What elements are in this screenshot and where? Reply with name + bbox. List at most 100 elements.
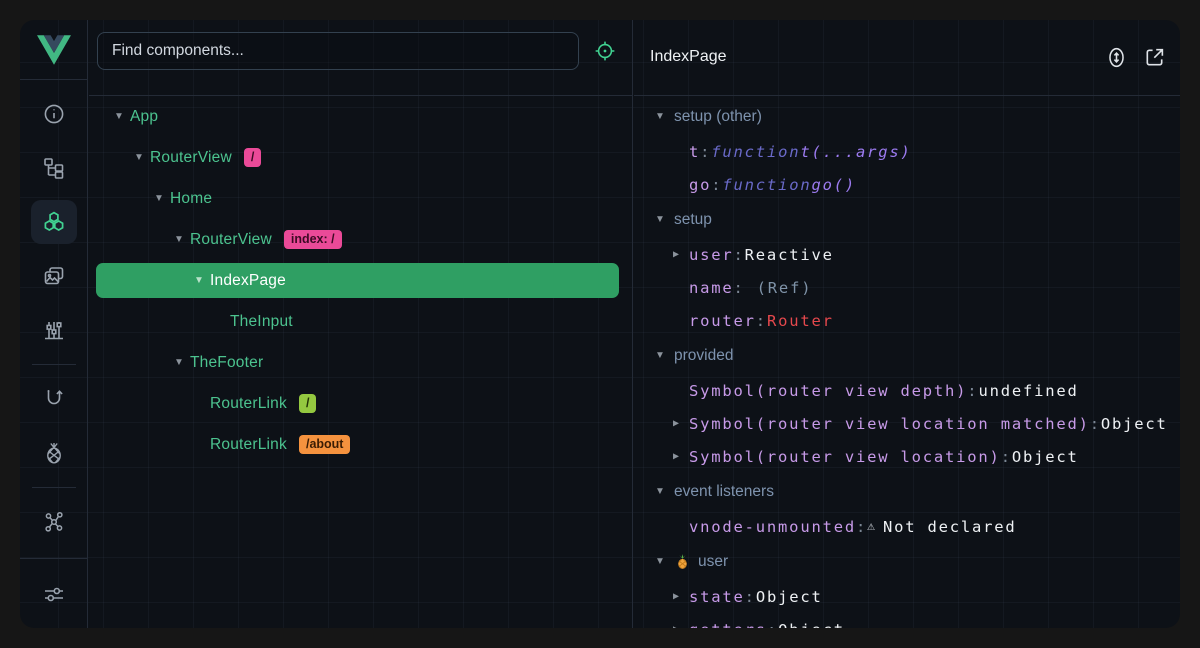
expand-arrow[interactable]: ▶ xyxy=(670,249,682,260)
section-header-event-listeners[interactable]: ▼event listeners xyxy=(634,473,1180,510)
state-row-user[interactable]: ▶user : Reactive xyxy=(634,238,1180,271)
state-row-symbol-router-view-location-matched[interactable]: ▶Symbol(router view location matched) : … xyxy=(634,407,1180,440)
tree-node-routerlink[interactable]: RouterLink/about xyxy=(89,424,632,465)
expand-arrow[interactable]: ▶ xyxy=(670,591,682,602)
tree-node-app[interactable]: ▼ App xyxy=(89,96,632,137)
sidebar-tab-assets[interactable] xyxy=(31,254,77,298)
state-value: Reactive xyxy=(745,246,834,264)
tree-node-theinput[interactable]: TheInput xyxy=(89,301,632,342)
timeline-icon xyxy=(42,318,66,342)
sidebar-divider xyxy=(32,364,76,365)
expand-arrow[interactable]: ▶ xyxy=(670,624,682,628)
collapse-arrow[interactable]: ▼ xyxy=(654,556,666,567)
sidebar-tab-info[interactable] xyxy=(31,92,77,136)
state-row-state[interactable]: ▶state : Object xyxy=(634,580,1180,613)
state-key: Symbol(router view location) xyxy=(689,448,1001,466)
expand-arrow[interactable]: ▶ xyxy=(670,451,682,462)
route-badge: /about xyxy=(299,435,351,454)
sidebar-tab-components[interactable] xyxy=(31,200,77,244)
scroll-to-component-icon xyxy=(1105,46,1128,69)
function-keyword: function xyxy=(711,143,800,161)
scroll-to-component-button[interactable] xyxy=(1105,46,1128,69)
collapse-arrow[interactable]: ▼ xyxy=(654,214,666,225)
tree-node-label: RouterView xyxy=(190,231,272,249)
state-row-symbol-router-view-location[interactable]: ▶Symbol(router view location) : Object xyxy=(634,440,1180,473)
tree-node-label: App xyxy=(130,108,158,126)
state-value: Object xyxy=(1012,448,1079,466)
search-input[interactable] xyxy=(97,32,579,70)
state-key: getters xyxy=(689,621,767,629)
target-crosshair-icon xyxy=(594,40,616,62)
vue-logo[interactable] xyxy=(20,20,87,80)
route-badge: index: / xyxy=(284,230,342,249)
open-in-editor-icon xyxy=(1143,46,1166,69)
state-key: name xyxy=(689,279,734,297)
expand-arrow[interactable]: ▼ xyxy=(193,275,205,286)
sidebar-tab-graph[interactable] xyxy=(31,500,77,544)
collapse-arrow[interactable]: ▼ xyxy=(654,486,666,497)
tree-node-routerlink[interactable]: RouterLink/ xyxy=(89,383,632,424)
state-value: undefined xyxy=(978,382,1078,400)
tree-node-indexpage[interactable]: ▼IndexPage xyxy=(89,260,632,301)
key-value-separator: : xyxy=(1090,415,1101,433)
expand-arrow[interactable]: ▼ xyxy=(113,111,125,122)
graph-icon xyxy=(42,510,66,534)
expand-arrow[interactable]: ▼ xyxy=(173,357,185,368)
inspect-component-button[interactable] xyxy=(594,40,616,62)
tree-node-thefooter[interactable]: ▼TheFooter xyxy=(89,342,632,383)
sidebar-tab-timeline[interactable] xyxy=(31,308,77,352)
sidebar-tab-pages[interactable] xyxy=(31,146,77,190)
tree-node-routerview[interactable]: ▼RouterView/ xyxy=(89,137,632,178)
component-tree-panel: ▼App▼RouterView/▼Home▼RouterViewindex: /… xyxy=(89,20,633,628)
key-value-separator: : xyxy=(711,176,722,194)
tree-node-label: RouterLink xyxy=(210,395,287,413)
warning-icon: ⚠ xyxy=(867,519,875,534)
collapse-arrow[interactable]: ▼ xyxy=(654,350,666,361)
sidebar-tab-router[interactable] xyxy=(31,377,77,421)
tree-node-home[interactable]: ▼Home xyxy=(89,178,632,219)
sidebar-tab-pinia[interactable] xyxy=(31,431,77,475)
expand-arrow[interactable]: ▼ xyxy=(153,193,165,204)
tree-node-routerview[interactable]: ▼ RouterView index: / xyxy=(89,219,632,260)
state-row-getters[interactable]: ▶ getters : Object xyxy=(634,613,1180,628)
key-value-separator: : xyxy=(767,621,778,629)
section-label: user xyxy=(698,553,728,571)
section-label: provided xyxy=(674,347,733,365)
state-row-router[interactable]: router : Router xyxy=(634,304,1180,337)
state-row-name[interactable]: name : (Ref) xyxy=(634,271,1180,304)
section-header-setup[interactable]: ▼setup xyxy=(634,201,1180,238)
state-row-symbol-router-view-depth[interactable]: Symbol(router view depth) : undefined xyxy=(634,374,1180,407)
state-key: vnode-unmounted xyxy=(689,518,856,536)
devtools-window: ▼App▼RouterView/▼Home▼RouterViewindex: /… xyxy=(20,20,1180,628)
state-value: Object xyxy=(778,621,845,629)
key-value-separator: : xyxy=(967,382,978,400)
state-key: user xyxy=(689,246,734,264)
state-key: router xyxy=(689,312,756,330)
section-header-provided[interactable]: ▼ provided xyxy=(634,337,1180,374)
state-key: state xyxy=(689,588,745,606)
sidebar-divider xyxy=(20,558,88,559)
section-label: setup (other) xyxy=(674,108,762,126)
tree-toolbar xyxy=(89,20,632,96)
settings-icon xyxy=(42,582,66,606)
key-value-separator: : xyxy=(756,312,767,330)
collapse-arrow[interactable]: ▼ xyxy=(654,111,666,122)
expand-arrow[interactable]: ▶ xyxy=(670,418,682,429)
open-in-editor-button[interactable] xyxy=(1143,46,1166,69)
state-row-go[interactable]: go : function go() xyxy=(634,168,1180,201)
tree-node-label: RouterView xyxy=(150,149,232,167)
key-value-separator: : xyxy=(745,588,756,606)
expand-arrow[interactable]: ▼ xyxy=(133,152,145,163)
state-row-t[interactable]: t : function t(...args) xyxy=(634,135,1180,168)
state-value: Router xyxy=(767,312,834,330)
expand-arrow[interactable]: ▼ xyxy=(173,234,185,245)
sidebar-tab-settings[interactable] xyxy=(31,572,77,616)
section-header-user[interactable]: ▼ user xyxy=(634,543,1180,580)
section-header-setup-other[interactable]: ▼ setup (other) xyxy=(634,98,1180,135)
state-key: Symbol(router view depth) xyxy=(689,382,967,400)
pinia-icon xyxy=(42,441,66,465)
state-row-vnode-unmounted[interactable]: vnode-unmounted : ⚠Not declared xyxy=(634,510,1180,543)
inspector-actions xyxy=(1105,46,1166,69)
components-icon xyxy=(42,210,66,234)
state-key: Symbol(router view location matched) xyxy=(689,415,1090,433)
